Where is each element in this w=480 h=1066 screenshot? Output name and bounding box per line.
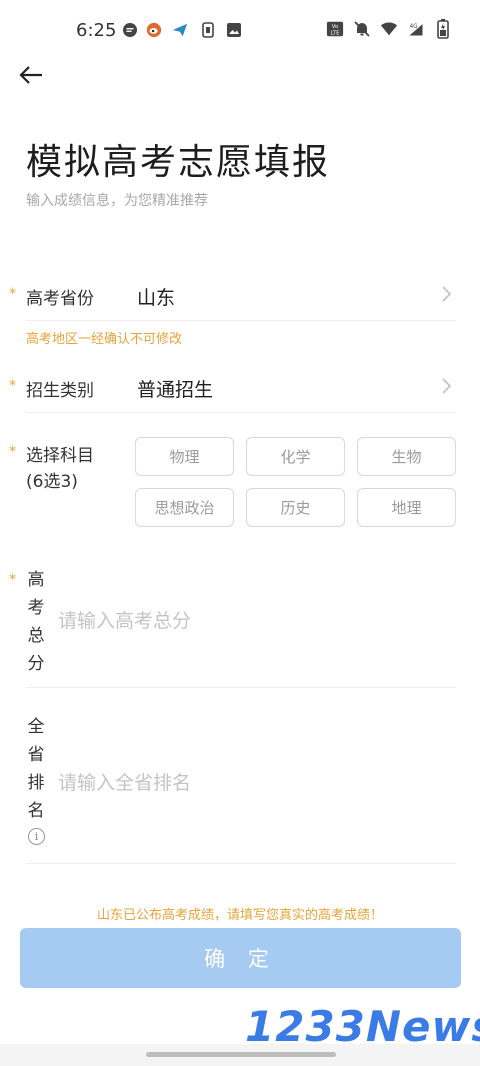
chevron-right-icon[interactable]	[439, 376, 453, 396]
required-mark: *	[9, 378, 16, 394]
score-notice: 山东已公布高考成绩，请填写您真实的高考成绩！	[96, 908, 383, 923]
score-label-char: 总	[27, 626, 45, 646]
svg-text:Vo: Vo	[332, 24, 339, 30]
feishu-icon	[172, 22, 188, 38]
subjects-sublabel: (6选3)	[26, 472, 78, 492]
required-mark: *	[9, 444, 16, 460]
page-title: 模拟高考志愿填报	[26, 142, 331, 183]
score-input[interactable]	[58, 603, 448, 639]
confirm-button[interactable]: 确 定	[20, 928, 461, 988]
category-value[interactable]: 普通招生	[137, 375, 213, 402]
rank-label-char: 全	[27, 717, 45, 737]
required-mark: *	[9, 286, 16, 302]
subject-history-button[interactable]: 历史	[246, 488, 345, 527]
subject-physics-button[interactable]: 物理	[135, 437, 234, 476]
watermark-logo: 1233News	[245, 1002, 480, 1051]
home-indicator[interactable]	[146, 1052, 336, 1057]
rank-label-char: 排	[27, 773, 45, 793]
rank-label: 全 省 排 名	[26, 713, 46, 825]
divider	[26, 687, 456, 688]
divider	[26, 863, 456, 864]
rank-label-char: 名	[27, 801, 45, 821]
divider	[26, 412, 456, 413]
back-arrow-icon	[19, 66, 42, 84]
subject-geography-button[interactable]: 地理	[357, 488, 456, 527]
score-label-char: 分	[27, 654, 45, 674]
province-warning: 高考地区一经确认不可修改	[26, 332, 183, 347]
score-label-char: 考	[27, 598, 45, 618]
volte-icon: Vo LTE	[326, 20, 344, 38]
message-icon	[122, 22, 138, 38]
province-label: 高考省份	[26, 289, 94, 309]
signal-4g-icon: 4G	[407, 20, 425, 38]
sim-icon	[200, 22, 216, 38]
info-icon[interactable]: i	[28, 828, 45, 845]
subject-options: 物理 化学 生物 思想政治 历史 地理	[135, 437, 456, 527]
status-right-icons: Vo LTE 4G	[326, 19, 452, 39]
required-mark: *	[9, 572, 16, 588]
subjects-label: 选择科目	[26, 446, 94, 466]
subject-politics-button[interactable]: 思想政治	[135, 488, 234, 527]
back-button[interactable]	[14, 60, 48, 90]
mute-icon	[353, 20, 371, 38]
subject-chemistry-button[interactable]: 化学	[246, 437, 345, 476]
page-subtitle: 输入成绩信息，为您精准推荐	[26, 193, 208, 209]
image-icon	[226, 22, 242, 38]
province-value[interactable]: 山东	[137, 283, 175, 310]
score-label-char: 高	[27, 570, 45, 590]
chevron-right-icon[interactable]	[439, 284, 453, 304]
rank-input[interactable]	[58, 765, 448, 801]
score-label: 高 考 总 分	[26, 566, 46, 678]
battery-icon	[434, 19, 452, 39]
weibo-icon	[146, 22, 162, 38]
divider	[26, 320, 456, 321]
subject-biology-button[interactable]: 生物	[357, 437, 456, 476]
svg-text:4G: 4G	[409, 24, 417, 30]
status-time: 6:25	[76, 20, 117, 41]
svg-text:LTE: LTE	[331, 30, 341, 36]
rank-label-char: 省	[27, 745, 45, 765]
category-label: 招生类别	[26, 381, 94, 401]
wifi-icon	[380, 20, 398, 38]
status-bar: 6:25 Vo LTE 4G	[0, 0, 480, 60]
